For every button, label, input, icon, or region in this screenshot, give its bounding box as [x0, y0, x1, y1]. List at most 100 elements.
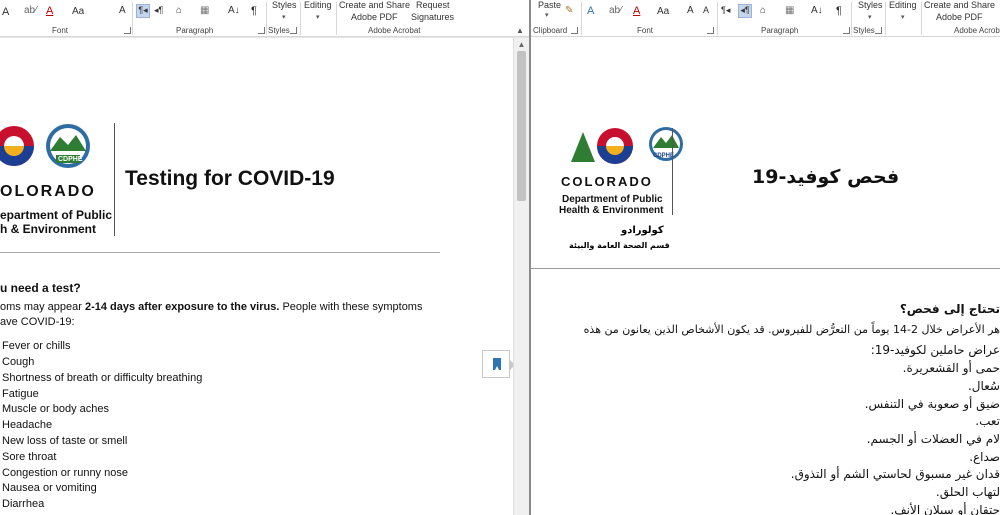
font-group-label: Font — [52, 26, 69, 35]
paragraph-launcher-icon[interactable] — [258, 27, 265, 34]
logo-dept-line2: h & Environment — [0, 222, 97, 236]
change-case-button[interactable]: Aa — [72, 6, 84, 17]
list-item: ضيق أو صعوبة في التنفس. — [864, 397, 1000, 411]
sort-icon[interactable]: A↓ — [811, 5, 823, 16]
shading-icon[interactable]: ⌂ — [760, 5, 766, 16]
create-share-pdf-button[interactable]: Create and Share — [924, 0, 995, 10]
shrink-font-icon[interactable]: A — [703, 5, 709, 15]
left-document-page: CDPHE OLORADO epartment of Public h & En… — [0, 38, 513, 515]
acrobat-group-label: Adobe Acrobat — [368, 26, 421, 35]
list-item: حتقان أو سيلان الأنف. — [890, 503, 1000, 515]
intro-paragraph-line2: عراض حاملين لكوفيد-19: — [870, 343, 1000, 357]
list-item: قدان غير مسبوق لحاستي الشم أو التذوق. — [790, 467, 1000, 481]
list-item: Sore throat — [2, 451, 57, 463]
font-color-icon[interactable]: A — [46, 5, 53, 17]
cdphe-badge: CDPHE — [653, 153, 675, 159]
list-item: Cough — [2, 356, 35, 368]
highlight-icon[interactable]: ab⁄ — [24, 5, 37, 16]
paragraph-group-label: Paragraph — [761, 26, 799, 35]
styles-caret-icon[interactable]: ▾ — [868, 13, 872, 21]
clipboard-group-label: Clipboard — [533, 26, 568, 35]
font-launcher-icon[interactable] — [124, 27, 131, 34]
request-signatures-sub[interactable]: Signatures — [411, 12, 454, 22]
styles-group-label: Styles — [853, 26, 875, 35]
group-separator — [336, 2, 337, 35]
create-share-pdf-sub[interactable]: Adobe PDF — [351, 12, 398, 22]
group-separator — [717, 2, 718, 35]
bookmark-button[interactable] — [482, 350, 513, 378]
group-separator — [851, 2, 852, 35]
bookmark-icon — [493, 358, 501, 370]
rtl-direction-icon[interactable]: ◂¶ — [738, 4, 752, 18]
text-effect-icon[interactable]: A — [119, 5, 126, 16]
styles-button[interactable]: Styles — [858, 0, 883, 10]
show-marks-icon[interactable]: ¶ — [836, 5, 842, 17]
right-ribbon: Paste ▾ ✎ A ab⁄ A Aa A A ¶◂ ◂¶ ⌂ ▦ A↓ ¶ … — [531, 0, 1000, 37]
editing-caret-icon[interactable]: ▾ — [316, 13, 320, 21]
ltr-direction-icon[interactable]: ¶◂ — [721, 5, 730, 16]
logo-arabic-line1: كولورادو — [621, 225, 664, 236]
styles-launcher-icon[interactable] — [875, 27, 882, 34]
clear-format-icon[interactable]: A — [2, 6, 9, 18]
list-item: تعب. — [975, 414, 1000, 428]
shading-icon[interactable]: ⌂ — [176, 5, 182, 16]
rtl-direction-icon[interactable]: ◂¶ — [154, 5, 163, 16]
styles-caret-icon[interactable]: ▾ — [282, 13, 286, 21]
list-item: Headache — [2, 419, 53, 431]
logo-dept-line2: Health & Environment — [559, 205, 664, 216]
change-case-button[interactable]: Aa — [657, 6, 669, 17]
font-launcher-icon[interactable] — [707, 27, 714, 34]
scroll-thumb[interactable] — [517, 51, 526, 201]
create-share-label: Create and Share — [339, 0, 411, 10]
list-item: Diarrhea — [2, 498, 45, 510]
font-color-icon[interactable]: A — [633, 5, 640, 17]
paste-caret-icon[interactable]: ▾ — [545, 11, 549, 19]
editing-caret-icon[interactable]: ▾ — [901, 13, 905, 21]
group-separator — [885, 2, 886, 35]
sort-icon[interactable]: A↓ — [228, 5, 240, 16]
create-share-pdf-button[interactable]: Create and Share — [339, 0, 410, 10]
group-separator — [581, 2, 582, 35]
acrobat-group-label: Adobe Acrob — [954, 26, 1000, 35]
styles-button[interactable]: Styles — [272, 0, 297, 10]
left-word-window: A ab⁄ A Aa A ¶◂ ◂¶ ⌂ ▦ A↓ ¶ Styles ▾ Edi… — [0, 0, 529, 515]
scroll-up-icon[interactable]: ▲ — [514, 38, 529, 51]
highlight-icon[interactable]: ab⁄ — [609, 5, 622, 16]
editing-button[interactable]: Editing — [889, 0, 917, 10]
left-vertical-scrollbar[interactable]: ▲ — [513, 38, 529, 515]
right-word-window: Paste ▾ ✎ A ab⁄ A Aa A A ¶◂ ◂¶ ⌂ ▦ A↓ ¶ … — [531, 0, 1000, 515]
format-painter-icon[interactable]: ✎ — [565, 5, 573, 16]
list-item: لتهاب الحلق. — [935, 485, 1000, 499]
logo-dept-line1: Department of Public — [562, 194, 663, 205]
clipboard-launcher-icon[interactable] — [571, 27, 578, 34]
list-item: Congestion or runny nose — [2, 467, 128, 479]
show-marks-icon[interactable]: ¶ — [251, 5, 257, 17]
logo-arabic-line2: قسم الصحة العامة والبيئة — [569, 241, 670, 250]
create-share-pdf-sub[interactable]: Adobe PDF — [936, 12, 983, 22]
header-rule — [0, 252, 440, 253]
styles-group-label: Styles — [268, 26, 290, 35]
collapse-ribbon-icon[interactable]: ▲ — [516, 26, 524, 35]
borders-icon[interactable]: ▦ — [200, 5, 209, 16]
intro-paragraph-line1: oms may appear 2-14 days after exposure … — [0, 301, 422, 313]
intro-text-start: oms may appear — [0, 301, 85, 313]
intro-text-end: People with these symptoms — [279, 301, 423, 313]
text-effect-icon[interactable]: A — [587, 5, 594, 17]
logo-dept-line1: epartment of Public — [0, 208, 113, 222]
header-footer-separator — [531, 268, 1000, 269]
ltr-direction-icon[interactable]: ¶◂ — [136, 4, 150, 18]
grow-font-icon[interactable]: A — [687, 5, 694, 16]
list-item: صداع. — [969, 450, 1000, 464]
cdphe-badge: CDPHE — [58, 156, 83, 163]
font-group-label: Font — [637, 26, 654, 35]
document-title: Testing for COVID-19 — [125, 167, 335, 190]
intro-text-bold: 2-14 days after exposure to the virus. — [84, 301, 280, 313]
styles-launcher-icon[interactable] — [290, 27, 297, 34]
list-item: سُعال. — [967, 379, 1000, 393]
editing-button[interactable]: Editing — [304, 0, 332, 10]
paste-button[interactable]: Paste — [538, 0, 561, 10]
paragraph-launcher-icon[interactable] — [843, 27, 850, 34]
request-signatures-button[interactable]: Request — [416, 0, 450, 10]
group-separator — [921, 2, 922, 35]
borders-icon[interactable]: ▦ — [785, 5, 794, 16]
